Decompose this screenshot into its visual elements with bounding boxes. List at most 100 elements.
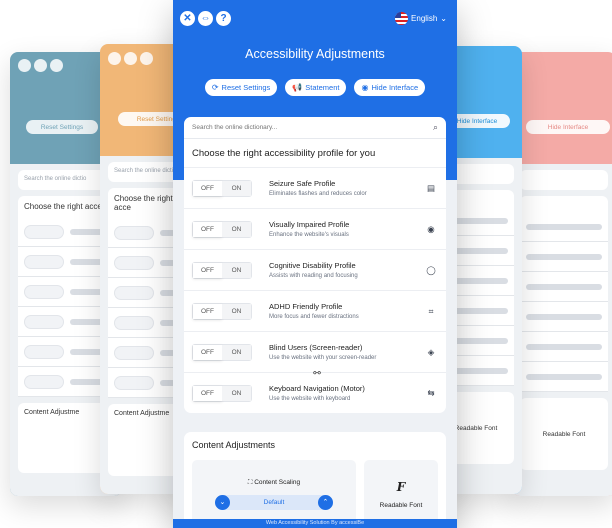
profile-toggle[interactable]: OFF ON xyxy=(192,220,252,238)
chevron-up-icon[interactable]: ⌃ xyxy=(317,494,333,510)
accessibility-panel: ✕ ⇔ ? English ⌄ Accessibility Adjustment… xyxy=(173,0,457,528)
statement-button[interactable]: 📢 Statement xyxy=(285,79,347,96)
toggle-off[interactable]: OFF xyxy=(193,262,222,278)
hide-interface-label: Hide Interface xyxy=(371,83,419,92)
profile-row: OFF ON Cognitive Disability Profile Assist… xyxy=(184,249,446,290)
profile-desc: Eliminates flashes and reduces color xyxy=(269,191,367,197)
close-icon xyxy=(108,52,121,65)
background-panel-pink: Hide Interface Readable Font xyxy=(512,52,612,496)
scaling-value: Default xyxy=(263,498,285,506)
profile-row: OFF ON Visually Impaired Profile Enhance t… xyxy=(184,208,446,249)
toggle-on[interactable]: ON xyxy=(222,262,251,278)
chevron-down-icon[interactable]: ⌄ xyxy=(214,494,230,510)
profile-desc: Enhance the website's visuals xyxy=(269,232,349,238)
language-label: English xyxy=(411,14,438,23)
help-icon xyxy=(50,59,63,72)
move-icon[interactable]: ⇔ xyxy=(198,11,213,26)
footer: Web Accessibility Solution By accessiBe xyxy=(173,519,457,528)
profile-toggle[interactable]: OFF ON xyxy=(192,261,252,279)
content-scaling-text: Content Scaling xyxy=(254,478,301,486)
profile-name: Seizure Safe Profile xyxy=(269,179,336,188)
toggle-off[interactable]: OFF xyxy=(193,180,222,196)
profile-row: OFF ON Seizure Safe Profile Eliminates fla… xyxy=(184,167,446,208)
ghost-row xyxy=(520,242,608,272)
reset-settings-button[interactable]: ⟳ Reset Settings xyxy=(204,79,278,96)
ghost-tile: Readable Font xyxy=(520,398,608,470)
eye-icon: ◉ xyxy=(427,223,435,234)
profile-row: OFF ON Blind Users (Screen-reader) Use the… xyxy=(184,331,446,372)
toggle-off[interactable]: OFF xyxy=(193,221,222,237)
close-icon xyxy=(18,59,31,72)
content-scaling-label: ⛶ Content Scaling xyxy=(248,479,300,487)
action-buttons: ⟳ Reset Settings 📢 Statement ◉ Hide Inte… xyxy=(173,79,457,96)
content-adjustments-title: Content Adjustments xyxy=(192,440,276,450)
profile-text: Visually Impaired Profile Enhance the web… xyxy=(269,220,424,238)
profile-text: ADHD Friendly Profile More focus and fewe… xyxy=(269,302,424,320)
ghost-row xyxy=(520,362,608,392)
ghost-row xyxy=(520,212,608,242)
help-icon xyxy=(140,52,153,65)
reset-icon: ⟳ xyxy=(211,83,219,92)
profile-toggle[interactable]: OFF ON xyxy=(192,302,252,320)
audio-icon: ◈ xyxy=(427,346,435,357)
arrows-icon: ⇆ xyxy=(427,387,435,398)
toggle-on[interactable]: ON xyxy=(222,303,251,319)
content-adjustments-card: Content Adjustments ⛶ Content Scaling ⌄ … xyxy=(184,432,446,528)
close-icon[interactable]: ✕ xyxy=(180,11,195,26)
profile-name: Cognitive Disability Profile xyxy=(269,261,356,270)
move-icon xyxy=(34,59,47,72)
profile-toggle[interactable]: OFF ON xyxy=(192,384,252,402)
toggle-off[interactable]: OFF xyxy=(193,344,222,360)
hide-button: Hide Interface xyxy=(526,120,610,134)
profile-row: OFF ON ADHD Friendly Profile More focus an… xyxy=(184,290,446,331)
panel-body: Readable Font xyxy=(512,164,612,496)
profile-desc: Assists with reading and focusing xyxy=(269,273,358,279)
eye-icon: ◉ xyxy=(361,83,369,92)
profile-desc: More focus and fewer distractions xyxy=(269,314,359,320)
profile-desc: Use the website with keyboard xyxy=(269,396,351,402)
ghost-list xyxy=(520,196,608,392)
content-scaling-control: ⌄ Default ⌃ xyxy=(214,494,333,510)
profiles-heading: Choose the right accessibility profile f… xyxy=(192,148,376,159)
stage: Reset Settings Search the online dictio … xyxy=(0,0,612,528)
dictionary-search: ⌕ xyxy=(184,117,446,139)
ghost-row xyxy=(520,272,608,302)
statement-label: Statement xyxy=(305,83,340,92)
profile-toggle[interactable]: OFF ON xyxy=(192,343,252,361)
toggle-on[interactable]: ON xyxy=(222,385,251,401)
profile-name: Visually Impaired Profile xyxy=(269,220,350,229)
toggle-on[interactable]: ON xyxy=(222,221,251,237)
profile-text: Seizure Safe Profile Eliminates flashes a… xyxy=(269,179,424,197)
expand-icon: ⛶ xyxy=(247,478,253,486)
profile-name: Keyboard Navigation (Motor) xyxy=(269,384,365,393)
focus-icon: ⌗ xyxy=(428,305,434,316)
font-icon: F xyxy=(396,479,406,494)
readable-font-tile[interactable]: F Readable Font xyxy=(363,460,438,528)
help-icon[interactable]: ? xyxy=(216,11,231,26)
toggle-on[interactable]: ON xyxy=(222,344,251,360)
hide-interface-button[interactable]: ◉ Hide Interface xyxy=(354,79,426,96)
profile-text: Cognitive Disability Profile Assists with… xyxy=(269,261,424,279)
adjustment-tiles: ⛶ Content Scaling ⌄ Default ⌃ F Readable… xyxy=(192,460,438,528)
ghost-search xyxy=(520,170,608,190)
language-selector[interactable]: English ⌄ xyxy=(395,12,447,25)
chevron-down-icon: ⌄ xyxy=(440,14,447,23)
profile-text: Keyboard Navigation (Motor) Use the websi… xyxy=(269,384,424,402)
search-icon[interactable]: ⌕ xyxy=(433,122,438,133)
toggle-off[interactable]: OFF xyxy=(193,303,222,319)
ghost-row xyxy=(520,332,608,362)
toggle-on[interactable]: ON xyxy=(222,180,251,196)
reset-settings-label: Reset Settings xyxy=(221,83,271,92)
reset-button: Reset Settings xyxy=(26,120,98,134)
ghost-row xyxy=(520,302,608,332)
toggle-off[interactable]: OFF xyxy=(193,385,222,401)
flash-off-icon: ▤ xyxy=(426,182,436,193)
megaphone-icon: 📢 xyxy=(292,83,303,92)
profile-desc: Use the website with your screen-reader xyxy=(269,355,377,361)
target-icon: ◯ xyxy=(426,264,436,275)
profile-toggle[interactable]: OFF ON xyxy=(192,179,252,197)
profile-text: Blind Users (Screen-reader) Use the websi… xyxy=(269,343,424,361)
search-input[interactable] xyxy=(192,124,433,131)
profile-name: Blind Users (Screen-reader) xyxy=(269,343,363,352)
panel-title: Accessibility Adjustments xyxy=(245,47,385,61)
